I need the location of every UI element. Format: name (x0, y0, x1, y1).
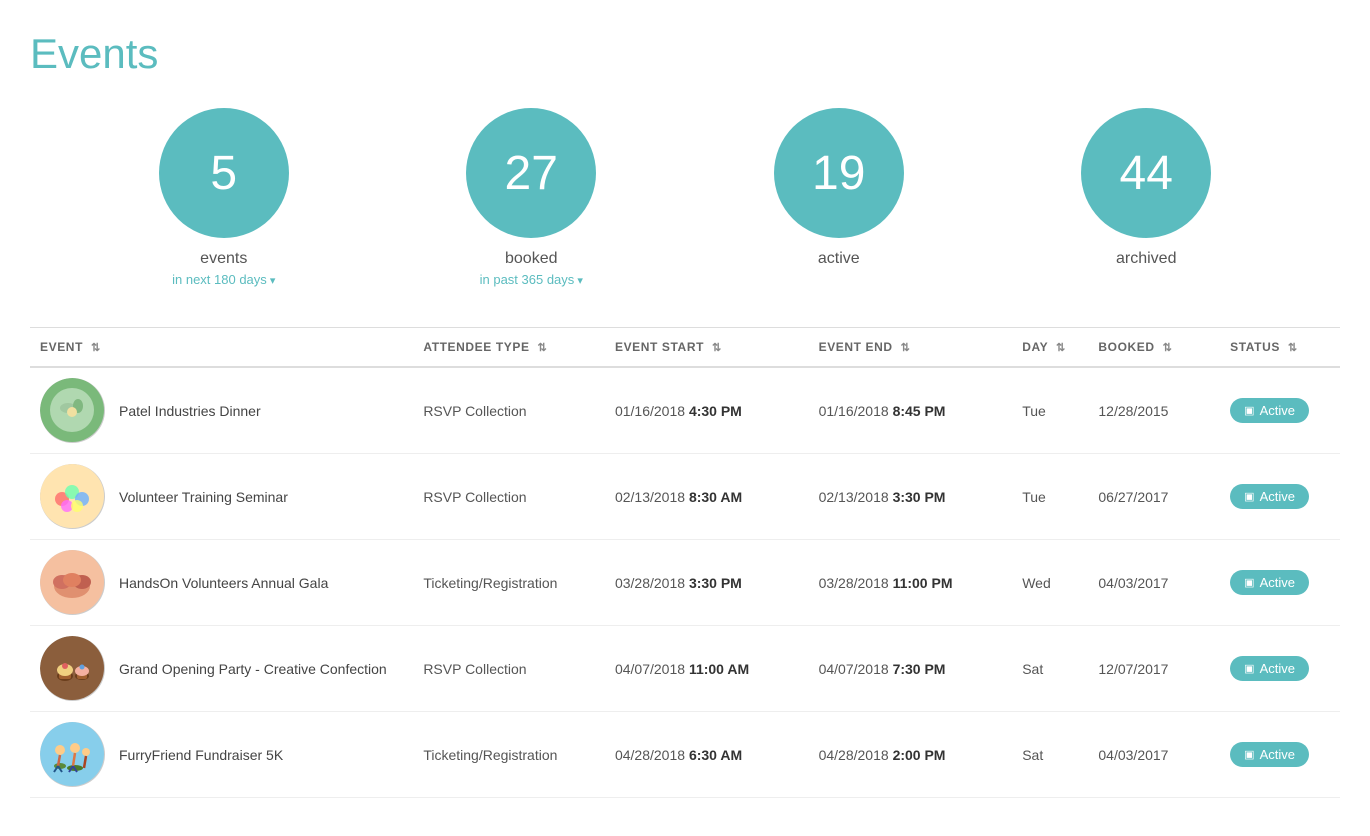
event-name: FurryFriend Fundraiser 5K (119, 747, 283, 763)
table-header: EVENT ⇅ ATTENDEE TYPE ⇅ EVENT START ⇅ EV… (30, 328, 1340, 368)
events-table: EVENT ⇅ ATTENDEE TYPE ⇅ EVENT START ⇅ EV… (30, 327, 1340, 798)
col-header-attendee[interactable]: ATTENDEE TYPE ⇅ (413, 328, 605, 368)
col-header-booked[interactable]: BOOKED ⇅ (1088, 328, 1220, 368)
sort-icon-event: ⇅ (91, 341, 101, 354)
sort-icon-start: ⇅ (712, 341, 722, 354)
badge-icon: ▣ (1244, 404, 1254, 417)
table-row[interactable]: FurryFriend Fundraiser 5K Ticketing/Regis… (30, 712, 1340, 798)
day-cell: Sat (1012, 712, 1088, 798)
stat-archived-label: archived (1116, 250, 1176, 268)
badge-icon: ▣ (1244, 662, 1254, 675)
badge-icon: ▣ (1244, 490, 1254, 503)
event-cell: Patel Industries Dinner (30, 367, 413, 454)
event-thumbnail (40, 378, 105, 443)
event-name: Grand Opening Party - Creative Confectio… (119, 661, 387, 677)
event-start-cell: 02/13/2018 8:30 AM (605, 454, 809, 540)
attendee-type-cell: Ticketing/Registration (413, 540, 605, 626)
table-row[interactable]: HandsOn Volunteers Annual Gala Ticketing/… (30, 540, 1340, 626)
table-body: Patel Industries DinnerRSVP Collection01… (30, 367, 1340, 798)
event-end-cell: 01/16/2018 8:45 PM (809, 367, 1013, 454)
status-cell[interactable]: ▣ Active (1220, 712, 1340, 798)
stat-archived-circle: 44 (1081, 108, 1211, 238)
col-header-status[interactable]: STATUS ⇅ (1220, 328, 1340, 368)
booked-cell: 04/03/2017 (1088, 712, 1220, 798)
stat-active-label: active (818, 250, 860, 268)
badge-icon: ▣ (1244, 576, 1254, 589)
stat-booked: 27 booked in past 365 days (466, 108, 596, 287)
status-label: Active (1260, 747, 1295, 762)
table-row[interactable]: Volunteer Training Seminar RSVP Collectio… (30, 454, 1340, 540)
stat-active-circle: 19 (774, 108, 904, 238)
stat-booked-circle: 27 (466, 108, 596, 238)
event-end-cell: 02/13/2018 3:30 PM (809, 454, 1013, 540)
day-cell: Tue (1012, 367, 1088, 454)
event-thumbnail (40, 722, 105, 787)
status-label: Active (1260, 489, 1295, 504)
attendee-type-cell: Ticketing/Registration (413, 712, 605, 798)
stat-events-sublabel[interactable]: in next 180 days (172, 272, 275, 287)
event-start-cell: 03/28/2018 3:30 PM (605, 540, 809, 626)
status-label: Active (1260, 403, 1295, 418)
event-name: Volunteer Training Seminar (119, 489, 288, 505)
attendee-type-cell: RSVP Collection (413, 626, 605, 712)
event-start-cell: 04/07/2018 11:00 AM (605, 626, 809, 712)
status-label: Active (1260, 575, 1295, 590)
stat-events: 5 events in next 180 days (159, 108, 289, 287)
stat-booked-label: booked (505, 250, 558, 268)
event-cell: Volunteer Training Seminar (30, 454, 413, 540)
sort-icon-day: ⇅ (1056, 341, 1066, 354)
event-start-cell: 04/28/2018 6:30 AM (605, 712, 809, 798)
event-thumbnail (40, 636, 105, 701)
day-cell: Sat (1012, 626, 1088, 712)
sort-icon-end: ⇅ (901, 341, 911, 354)
status-cell[interactable]: ▣ Active (1220, 626, 1340, 712)
col-header-day[interactable]: DAY ⇅ (1012, 328, 1088, 368)
status-badge[interactable]: ▣ Active (1230, 656, 1309, 681)
sort-icon-attendee: ⇅ (538, 341, 548, 354)
status-cell[interactable]: ▣ Active (1220, 367, 1340, 454)
attendee-type-cell: RSVP Collection (413, 367, 605, 454)
table-row[interactable]: Patel Industries DinnerRSVP Collection01… (30, 367, 1340, 454)
event-name: Patel Industries Dinner (119, 403, 261, 419)
booked-cell: 04/03/2017 (1088, 540, 1220, 626)
day-cell: Tue (1012, 454, 1088, 540)
status-cell[interactable]: ▣ Active (1220, 540, 1340, 626)
event-start-cell: 01/16/2018 4:30 PM (605, 367, 809, 454)
event-cell: HandsOn Volunteers Annual Gala (30, 540, 413, 626)
status-badge[interactable]: ▣ Active (1230, 570, 1309, 595)
status-badge[interactable]: ▣ Active (1230, 742, 1309, 767)
event-end-cell: 04/07/2018 7:30 PM (809, 626, 1013, 712)
event-name: HandsOn Volunteers Annual Gala (119, 575, 328, 591)
stats-row: 5 events in next 180 days 27 booked in past 3… (30, 108, 1340, 287)
event-end-cell: 04/28/2018 2:00 PM (809, 712, 1013, 798)
status-cell[interactable]: ▣ Active (1220, 454, 1340, 540)
event-thumbnail (40, 550, 105, 615)
col-header-event[interactable]: EVENT ⇅ (30, 328, 413, 368)
day-cell: Wed (1012, 540, 1088, 626)
stat-active: 19 active (774, 108, 904, 287)
stat-events-circle: 5 (159, 108, 289, 238)
booked-cell: 12/28/2015 (1088, 367, 1220, 454)
event-cell: FurryFriend Fundraiser 5K (30, 712, 413, 798)
event-end-cell: 03/28/2018 11:00 PM (809, 540, 1013, 626)
stat-events-label: events (200, 250, 247, 268)
sort-icon-status: ⇅ (1288, 341, 1298, 354)
status-label: Active (1260, 661, 1295, 676)
booked-cell: 06/27/2017 (1088, 454, 1220, 540)
badge-icon: ▣ (1244, 748, 1254, 761)
event-cell: Grand Opening Party - Creative Confectio… (30, 626, 413, 712)
page-title: Events (30, 30, 1340, 78)
col-header-start[interactable]: EVENT START ⇅ (605, 328, 809, 368)
event-thumbnail (40, 464, 105, 529)
booked-cell: 12/07/2017 (1088, 626, 1220, 712)
stat-booked-sublabel[interactable]: in past 365 days (480, 272, 583, 287)
col-header-end[interactable]: EVENT END ⇅ (809, 328, 1013, 368)
status-badge[interactable]: ▣ Active (1230, 484, 1309, 509)
stat-archived: 44 archived (1081, 108, 1211, 287)
attendee-type-cell: RSVP Collection (413, 454, 605, 540)
status-badge[interactable]: ▣ Active (1230, 398, 1309, 423)
table-row[interactable]: Grand Opening Party - Creative Confectio… (30, 626, 1340, 712)
sort-icon-booked: ⇅ (1163, 341, 1173, 354)
